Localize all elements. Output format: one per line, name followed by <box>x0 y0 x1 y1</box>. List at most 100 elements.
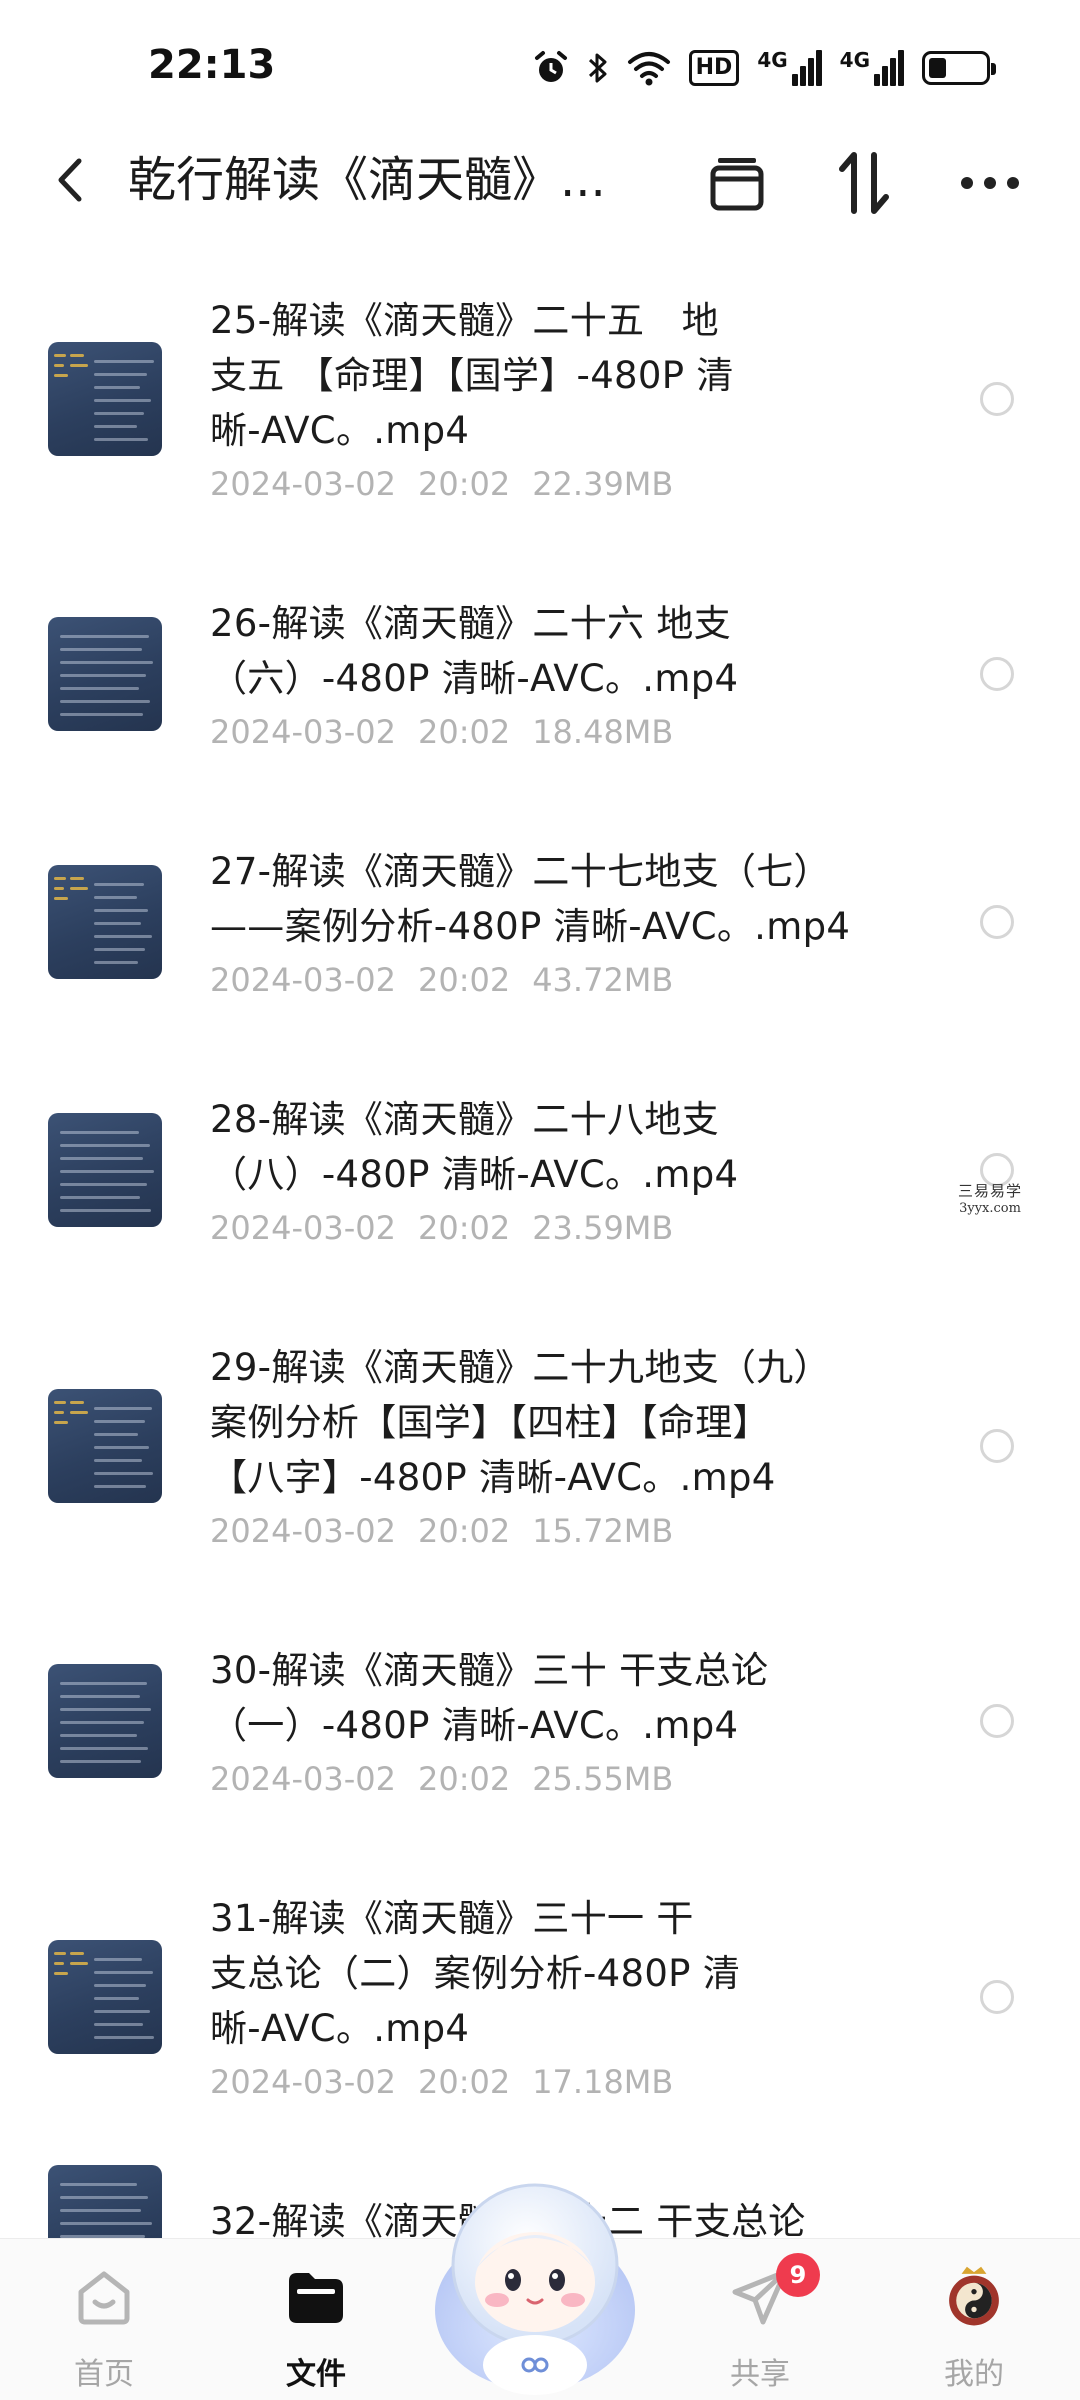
file-item[interactable]: 30-解读《滴天髓》三十 干支总论 （一）-480P 清晰-AVC。.mp4 202… <box>0 1625 1080 1873</box>
file-meta: 2024-03-02 20:02 17.18MB <box>210 2062 673 2102</box>
video-thumbnail <box>48 1939 162 2054</box>
file-size: 43.72MB <box>532 961 674 999</box>
nav-me-label: 我的 <box>944 2357 1004 2392</box>
file-name-line: 【八字】-480P 清晰-AVC。.mp4 <box>210 1456 776 1499</box>
file-meta: 2024-03-02 20:02 23.59MB <box>210 1208 673 1248</box>
file-item[interactable]: 31-解读《滴天髓》三十一 干支总论（二）案例分析-480P 清晰-AVC。.m… <box>0 1873 1080 2176</box>
file-item[interactable]: 27-解读《滴天髓》二十七地支（七） ——案例分析-480P 清晰-AVC。.mp… <box>0 826 1080 1074</box>
nav-share-label: 共享 <box>730 2357 790 2392</box>
file-name-line: 30-解读《滴天髓》三十 干支总论 <box>210 1649 769 1692</box>
select-radio[interactable] <box>980 905 1014 939</box>
file-date: 2024-03-02 <box>210 2063 396 2101</box>
file-size: 25.55MB <box>532 1760 674 1798</box>
file-name-line: 29-解读《滴天髓》二十九地支（九） <box>210 1346 831 1389</box>
file-date: 2024-03-02 <box>210 961 396 999</box>
title-bar: 乾行解读《滴天髓》... <box>0 130 1080 230</box>
archive-icon <box>710 158 764 211</box>
nav-me[interactable]: 我的 <box>894 2239 1054 2400</box>
file-item[interactable]: 29-解读《滴天髓》二十九地支（九） 案例分析【国学】【四柱】【命理】 【八字】-4… <box>0 1322 1080 1625</box>
file-item[interactable]: 28-解读《滴天髓》二十八地支 （八）-480P 清晰-AVC。.mp4 2024-… <box>0 1074 1080 1322</box>
select-radio[interactable] <box>980 1428 1014 1463</box>
file-meta: 2024-03-02 20:02 22.39MB <box>210 464 673 504</box>
sort-icon <box>839 152 889 214</box>
file-size: 18.48MB <box>532 713 674 751</box>
file-name: 31-解读《滴天髓》三十一 干支总论（二）案例分析-480P 清晰-AVC。.m… <box>210 1891 910 2056</box>
nav-share[interactable]: 9 共享 <box>680 2239 840 2400</box>
file-date: 2024-03-02 <box>210 465 396 503</box>
status-time: 22:13 <box>148 42 276 88</box>
sort-button[interactable] <box>829 148 899 218</box>
video-thumbnail <box>48 1664 162 1778</box>
file-name-line: 晰-AVC。.mp4 <box>210 2007 470 2050</box>
file-name: 25-解读《滴天髓》二十五 地支五 【命理】【国学】-480P 清晰-AVC。.… <box>210 293 910 458</box>
file-name-line: 支总论（二）案例分析-480P 清 <box>210 1952 741 1995</box>
file-name: 30-解读《滴天髓》三十 干支总论 （一）-480P 清晰-AVC。.mp4 <box>210 1643 910 1753</box>
video-thumbnail <box>48 617 162 731</box>
more-icon <box>961 177 1019 189</box>
file-meta: 2024-03-02 20:02 15.72MB <box>210 1511 673 1551</box>
file-name-line: 27-解读《滴天髓》二十七地支（七） <box>210 850 831 893</box>
file-name-line: 28-解读《滴天髓》二十八地支 <box>210 1098 719 1141</box>
file-time: 20:02 <box>417 961 511 999</box>
nav-home[interactable]: 首页 <box>24 2239 184 2400</box>
file-size: 23.59MB <box>532 1209 674 1247</box>
file-item[interactable]: 26-解读《滴天髓》二十六 地支 （六）-480P 清晰-AVC。.mp4 2024… <box>0 578 1080 826</box>
file-time: 20:02 <box>417 713 511 751</box>
page-title: 乾行解读《滴天髓》... <box>128 152 606 208</box>
file-date: 2024-03-02 <box>210 1209 396 1247</box>
folder-icon <box>284 2265 348 2329</box>
battery-icon <box>922 51 996 85</box>
select-radio[interactable] <box>980 1979 1014 2014</box>
file-size: 22.39MB <box>532 465 674 503</box>
file-name-line: ——案例分析-480P 清晰-AVC。.mp4 <box>210 905 851 948</box>
archive-button[interactable] <box>702 148 772 218</box>
nav-files-label: 文件 <box>286 2357 346 2392</box>
nav-files[interactable]: 文件 <box>236 2239 396 2400</box>
file-name: 27-解读《滴天髓》二十七地支（七） ——案例分析-480P 清晰-AVC。.mp… <box>210 844 910 954</box>
file-name: 26-解读《滴天髓》二十六 地支 （六）-480P 清晰-AVC。.mp4 <box>210 596 910 706</box>
mascot-icon[interactable] <box>425 2160 645 2400</box>
select-radio[interactable] <box>980 657 1014 691</box>
file-date: 2024-03-02 <box>210 1760 396 1798</box>
file-time: 20:02 <box>417 465 511 503</box>
file-time: 20:02 <box>417 1760 511 1798</box>
home-icon <box>72 2265 136 2329</box>
file-item[interactable]: 25-解读《滴天髓》二十五 地支五 【命理】【国学】-480P 清晰-AVC。.… <box>0 275 1080 578</box>
file-name-line: 案例分析【国学】【四柱】【命理】 <box>210 1401 770 1444</box>
select-radio[interactable] <box>980 1704 1014 1738</box>
file-name: 28-解读《滴天髓》二十八地支 （八）-480P 清晰-AVC。.mp4 <box>210 1092 910 1202</box>
file-list: 25-解读《滴天髓》二十五 地支五 【命理】【国学】-480P 清晰-AVC。.… <box>0 275 1080 2323</box>
status-bar: 22:13 HD 4G 4G <box>0 0 1080 130</box>
file-name-line: （六）-480P 清晰-AVC。.mp4 <box>210 657 739 700</box>
file-name-line: （一）-480P 清晰-AVC。.mp4 <box>210 1704 739 1747</box>
file-size: 15.72MB <box>532 1512 674 1550</box>
select-radio[interactable] <box>980 381 1014 416</box>
file-time: 20:02 <box>417 2063 511 2101</box>
file-time: 20:02 <box>417 1512 511 1550</box>
status-icons: HD 4G 4G <box>533 46 996 90</box>
nav-home-label: 首页 <box>74 2357 134 2392</box>
video-thumbnail <box>48 1113 162 1227</box>
file-name: 29-解读《滴天髓》二十九地支（九） 案例分析【国学】【四柱】【命理】 【八字】-4… <box>210 1340 910 1505</box>
file-name-line: （八）-480P 清晰-AVC。.mp4 <box>210 1153 739 1196</box>
chevron-left-icon <box>58 158 82 202</box>
video-thumbnail <box>48 341 162 456</box>
file-name-line: 26-解读《滴天髓》二十六 地支 <box>210 602 731 645</box>
signal-4g-icon: 4G <box>757 50 822 86</box>
back-button[interactable] <box>40 150 100 210</box>
file-name-line: 支五 【命理】【国学】-480P 清 <box>210 354 734 397</box>
file-meta: 2024-03-02 20:02 25.55MB <box>210 1759 673 1799</box>
video-thumbnail <box>48 1388 162 1503</box>
file-meta: 2024-03-02 20:02 43.72MB <box>210 960 673 1000</box>
signal-4g-icon: 4G <box>840 50 904 86</box>
file-size: 17.18MB <box>532 2063 674 2101</box>
file-date: 2024-03-02 <box>210 1512 396 1550</box>
file-name-line: 25-解读《滴天髓》二十五 地 <box>210 299 719 342</box>
hd-icon: HD <box>688 50 740 86</box>
more-button[interactable] <box>955 148 1025 218</box>
wifi-icon <box>627 52 670 86</box>
file-time: 20:02 <box>417 1209 511 1247</box>
file-name-line: 晰-AVC。.mp4 <box>210 409 470 452</box>
video-thumbnail <box>48 865 162 979</box>
avatar-icon <box>942 2265 1006 2329</box>
